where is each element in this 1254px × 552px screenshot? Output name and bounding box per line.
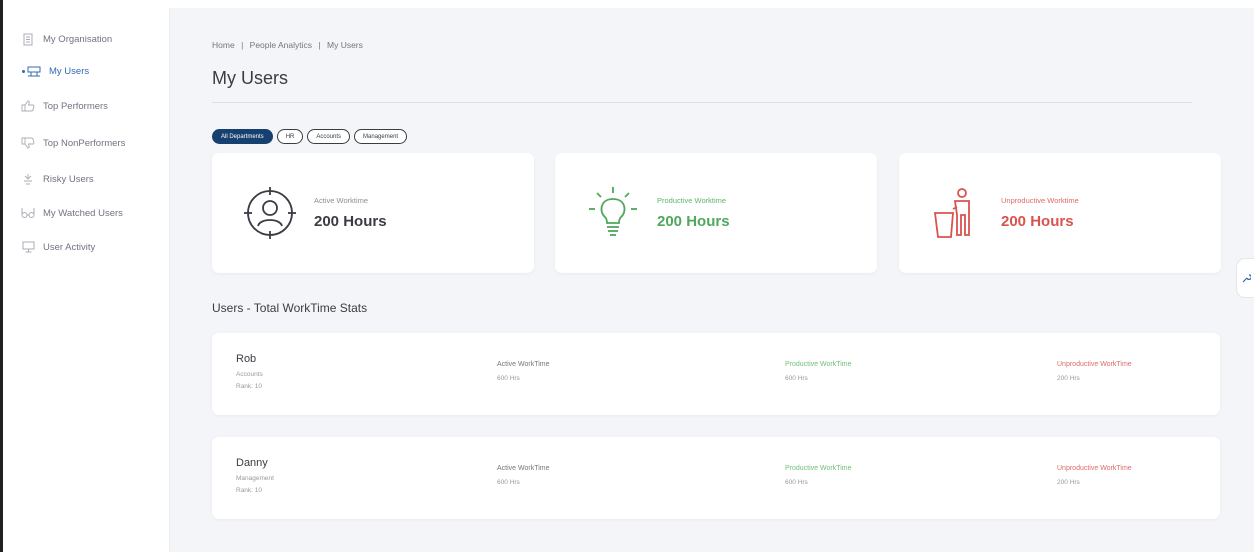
stat-label: Productive WorkTime	[785, 465, 852, 472]
sidebar-item-label: Top Performers	[43, 100, 108, 112]
card-label: Unproductive Worktime	[1001, 196, 1079, 205]
window-left-edge	[0, 0, 3, 552]
active-worktime-card: Active Worktime 200 Hours	[212, 153, 534, 273]
sidebar-item-my-organisation[interactable]: My Organisation	[18, 30, 112, 48]
thumbs-down-icon	[18, 136, 38, 150]
filter-management[interactable]: Management	[354, 129, 408, 144]
wrench-icon	[1242, 274, 1251, 283]
active-worktime-stat: Active WorkTime 600 Hrs	[497, 361, 550, 382]
department-filter-group: All Departments HR Accounts Management	[212, 129, 408, 144]
thumbs-up-icon	[18, 99, 38, 113]
building-icon	[18, 32, 38, 46]
stat-value: 600 Hrs	[497, 375, 520, 382]
card-value: 200 Hours	[657, 213, 730, 230]
person-target-icon	[244, 187, 296, 239]
stat-label: Active WorkTime	[497, 465, 550, 472]
user-name[interactable]: Rob	[236, 353, 256, 365]
section-title: Users - Total WorkTime Stats	[212, 301, 368, 315]
breadcrumb: Home | People Analytics | My Users	[212, 40, 367, 50]
stat-value: 600 Hrs	[497, 479, 520, 486]
sidebar-item-label: User Activity	[43, 241, 96, 253]
sidebar-item-risky-users[interactable]: Risky Users	[18, 170, 94, 188]
stat-label: Unproductive WorkTime	[1057, 465, 1132, 472]
sidebar-item-my-watched-users[interactable]: My Watched Users	[18, 204, 123, 222]
unproductive-worktime-stat: Unproductive WorkTime 200 Hrs	[1057, 361, 1132, 382]
active-indicator	[22, 70, 25, 73]
sidebar-item-top-nonperformers[interactable]: Top NonPerformers	[18, 134, 125, 152]
stat-value: 600 Hrs	[785, 375, 808, 382]
person-bin-icon	[933, 188, 970, 238]
sidebar: My Organisation My Users Top Performers …	[8, 8, 170, 552]
stat-label: Unproductive WorkTime	[1057, 361, 1132, 368]
card-label: Active Worktime	[314, 196, 369, 205]
sidebar-item-label: My Watched Users	[43, 207, 123, 219]
side-panel-toggle[interactable]	[1236, 258, 1254, 298]
sidebar-item-label: Risky Users	[43, 173, 94, 185]
active-worktime-stat: Active WorkTime 600 Hrs	[497, 465, 550, 486]
sidebar-item-label: Top NonPerformers	[43, 137, 126, 149]
stat-value: 600 Hrs	[785, 479, 808, 486]
user-rank: Rank: 10	[236, 383, 263, 390]
unproductive-worktime-card: Unproductive Worktime 200 Hours	[899, 153, 1221, 273]
main-content: Home | People Analytics | My Users My Us…	[170, 8, 1254, 552]
productive-worktime-stat: Productive WorkTime 600 Hrs	[785, 465, 852, 486]
user-name[interactable]: Danny	[236, 457, 268, 469]
breadcrumb-home[interactable]: Home	[212, 40, 235, 50]
breadcrumb-section[interactable]: People Analytics	[250, 40, 312, 50]
warning-icon	[18, 172, 38, 186]
sidebar-item-user-activity[interactable]: User Activity	[18, 238, 95, 256]
card-value: 200 Hours	[314, 213, 387, 230]
monitor-icon	[18, 240, 38, 254]
productive-worktime-card: Productive Worktime 200 Hours	[555, 153, 877, 273]
filter-hr[interactable]: HR	[276, 129, 304, 144]
sidebar-item-label: My Organisation	[43, 33, 113, 45]
title-divider	[212, 102, 1192, 103]
user-department: Accounts	[236, 371, 263, 378]
stat-value: 200 Hrs	[1057, 375, 1080, 382]
lightbulb-icon	[589, 187, 637, 236]
breadcrumb-separator: |	[318, 40, 321, 50]
binoculars-icon	[18, 206, 38, 220]
breadcrumb-current: My Users	[327, 40, 363, 50]
breadcrumb-separator: |	[241, 40, 244, 50]
filter-all-departments[interactable]: All Departments	[212, 129, 273, 144]
page-title: My Users	[212, 68, 288, 88]
productive-worktime-stat: Productive WorkTime 600 Hrs	[785, 361, 852, 382]
sidebar-item-label: My Users	[49, 65, 90, 77]
stat-label: Productive WorkTime	[785, 361, 852, 368]
sidebar-item-top-performers[interactable]: Top Performers	[18, 97, 108, 115]
users-icon	[24, 64, 44, 78]
card-value: 200 Hours	[1001, 213, 1074, 230]
card-label: Productive Worktime	[657, 196, 727, 205]
sidebar-item-my-users[interactable]: My Users	[18, 62, 89, 80]
user-rank: Rank: 10	[236, 487, 263, 494]
user-row[interactable]: Rob Accounts Rank: 10 Active WorkTime 60…	[212, 333, 1220, 415]
filter-accounts[interactable]: Accounts	[307, 129, 351, 144]
stat-label: Active WorkTime	[497, 361, 550, 368]
user-department: Management	[236, 475, 274, 482]
stat-value: 200 Hrs	[1057, 479, 1080, 486]
user-row[interactable]: Danny Management Rank: 10 Active WorkTim…	[212, 437, 1220, 519]
unproductive-worktime-stat: Unproductive WorkTime 200 Hrs	[1057, 465, 1132, 486]
